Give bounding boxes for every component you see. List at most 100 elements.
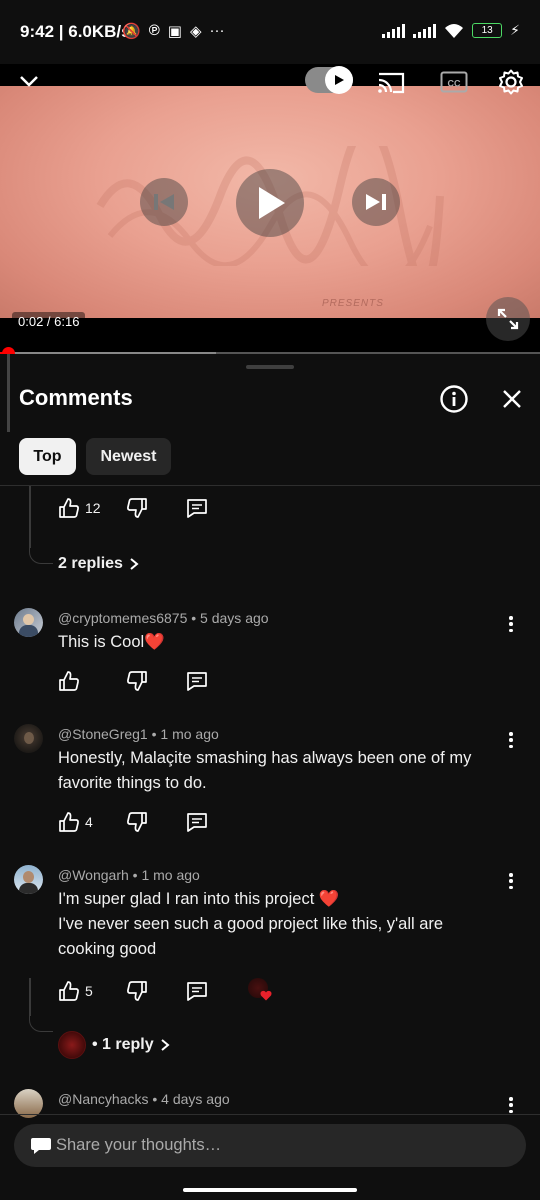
reply-comment-icon xyxy=(187,813,207,832)
heart-icon xyxy=(260,990,272,1001)
like-button[interactable]: 12 xyxy=(58,497,126,519)
reply-button[interactable] xyxy=(186,811,244,833)
comment-actions: 4 xyxy=(58,811,244,833)
dislike-button[interactable] xyxy=(126,670,186,692)
like-count: 12 xyxy=(85,500,101,516)
binance-icon: ◈ xyxy=(189,23,202,40)
reply-comment-icon xyxy=(187,672,207,691)
thread-line xyxy=(29,978,31,1016)
svg-text:CC: CC xyxy=(448,79,461,89)
video-timecode: 0:02 / 6:16 xyxy=(12,312,86,331)
comment-menu-button[interactable] xyxy=(502,871,520,891)
chevron-right-icon xyxy=(161,1039,170,1051)
next-button[interactable] xyxy=(352,178,400,226)
comment-composer[interactable] xyxy=(14,1124,526,1167)
reply-button[interactable] xyxy=(186,497,244,519)
panel-left-edge xyxy=(7,354,10,432)
like-button[interactable]: 4 xyxy=(58,811,126,833)
status-time: 9:42 | 6.0KB/s xyxy=(20,22,131,41)
video-player[interactable]: PRESENTS CC 0:02 / 6:16 xyxy=(0,64,540,354)
collapse-chevron-icon[interactable] xyxy=(18,70,40,92)
more-dots-icon: ··· xyxy=(209,22,225,39)
thread-curve xyxy=(29,1016,53,1032)
view-replies-link[interactable]: 2 replies xyxy=(58,555,139,573)
like-button[interactable]: 5 xyxy=(58,980,126,1002)
comment-text-line: I've never seen such a good project like… xyxy=(58,915,444,958)
drag-handle[interactable] xyxy=(246,365,294,369)
thread-curve xyxy=(29,548,53,564)
thread-line xyxy=(29,486,31,548)
comment-meta[interactable]: @cryptomemes6875 • 5 days ago xyxy=(58,610,269,626)
dislike-button[interactable] xyxy=(126,811,186,833)
comment-meta[interactable]: @Wongarh • 1 mo ago xyxy=(58,867,200,883)
like-button[interactable] xyxy=(58,670,126,692)
chip-top[interactable]: Top xyxy=(19,438,76,475)
divider xyxy=(0,485,540,486)
close-icon[interactable] xyxy=(497,384,527,414)
video-presents-text: PRESENTS xyxy=(322,298,384,309)
thumbs-up-icon xyxy=(59,812,79,832)
replies-count-label: 2 replies xyxy=(58,555,123,572)
reply-button[interactable] xyxy=(186,980,244,1002)
comment-meta[interactable]: @Nancyhacks • 4 days ago xyxy=(58,1091,230,1107)
fullscreen-icon xyxy=(497,308,519,330)
thumbs-down-icon xyxy=(127,671,147,691)
thumbs-down-icon xyxy=(127,812,147,832)
cast-icon[interactable] xyxy=(377,70,405,94)
comment-actions: 12 xyxy=(58,497,244,519)
reply-comment-icon xyxy=(187,499,207,518)
signal-icon-2 xyxy=(413,23,437,38)
captions-icon[interactable]: CC xyxy=(440,70,468,94)
autoplay-knob xyxy=(325,66,353,94)
play-button[interactable] xyxy=(236,169,304,237)
view-replies-link[interactable]: • 1 reply xyxy=(58,1031,170,1059)
skip-previous-icon xyxy=(154,194,174,210)
avatar[interactable] xyxy=(14,865,43,894)
dislike-button[interactable] xyxy=(126,980,186,1002)
avatar-body xyxy=(19,883,38,894)
comment-menu-button[interactable] xyxy=(502,614,520,634)
notification-icons: 🔕 ℗ ▣ ◈ ··· xyxy=(122,22,224,40)
thumbs-up-icon xyxy=(59,981,79,1001)
creator-avatar xyxy=(58,1031,86,1059)
avatar-face xyxy=(24,732,34,744)
comment-text: I'm super glad I ran into this project ❤… xyxy=(58,887,498,962)
fullscreen-button[interactable] xyxy=(486,297,530,341)
status-bar: 9:42 | 6.0KB/s 🔕 ℗ ▣ ◈ ··· 13 ⚡ xyxy=(0,0,540,64)
home-indicator[interactable] xyxy=(183,1188,357,1192)
comment-meta[interactable]: @StoneGreg1 • 1 mo ago xyxy=(58,726,219,742)
like-count: 5 xyxy=(85,983,93,999)
reply-button[interactable] xyxy=(186,670,244,692)
replies-count-label: • 1 reply xyxy=(92,1036,154,1053)
progress-scrubber[interactable] xyxy=(2,347,15,354)
chevron-right-icon xyxy=(130,558,139,570)
comment-bubble-icon xyxy=(31,1137,51,1154)
thumbs-up-icon xyxy=(59,671,79,691)
avatar[interactable] xyxy=(14,608,43,637)
avatar-body xyxy=(19,625,38,637)
comment-menu-button[interactable] xyxy=(502,730,520,750)
thumbs-up-icon xyxy=(59,498,79,518)
wifi-icon xyxy=(445,23,464,38)
mute-bell-icon: 🔕 xyxy=(122,23,141,40)
settings-gear-icon[interactable] xyxy=(498,69,524,95)
charging-icon: ⚡ xyxy=(510,22,520,38)
thumbs-down-icon xyxy=(127,498,147,518)
play-icon-large xyxy=(259,187,285,219)
autoplay-toggle[interactable] xyxy=(305,66,353,94)
comment-actions: 5 xyxy=(58,978,274,1004)
avatar[interactable] xyxy=(14,724,43,753)
comment-text-line: I'm super glad I ran into this project ❤… xyxy=(58,890,340,908)
signal-icon xyxy=(382,23,406,38)
skip-next-icon xyxy=(366,194,386,210)
previous-button[interactable] xyxy=(140,178,188,226)
info-icon[interactable] xyxy=(439,384,469,414)
app-icon: ▣ xyxy=(167,23,182,40)
avatar-figure xyxy=(23,614,34,625)
comment-actions xyxy=(58,670,244,692)
comments-panel: Comments Top Newest 12 2 replies @crypto… xyxy=(0,354,540,1200)
comment-menu-button[interactable] xyxy=(502,1095,520,1115)
chip-newest[interactable]: Newest xyxy=(86,438,171,475)
comment-input[interactable] xyxy=(56,1136,476,1155)
dislike-button[interactable] xyxy=(126,497,186,519)
